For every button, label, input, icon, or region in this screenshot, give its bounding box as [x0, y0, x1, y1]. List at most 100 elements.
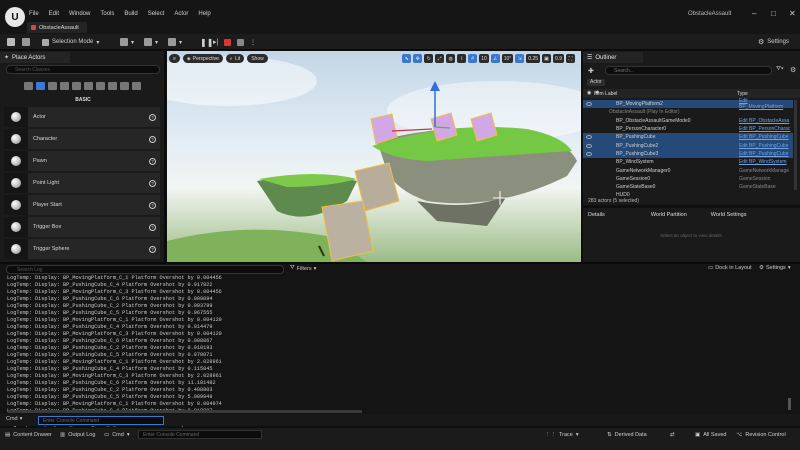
close-icon[interactable]: ✕: [789, 9, 796, 18]
translate-icon[interactable]: ✥: [413, 54, 423, 63]
menu-window[interactable]: Window: [69, 11, 90, 17]
add-actor-icon[interactable]: ▾: [120, 37, 134, 47]
actor-item[interactable]: Trigger Sphere?: [4, 239, 160, 259]
derived-data-button[interactable]: ⇅ Derived Data: [607, 430, 647, 439]
play-options-icon[interactable]: ⋮: [250, 37, 256, 47]
recent-icon[interactable]: [24, 82, 33, 90]
maximize-viewport-icon[interactable]: ⛶: [566, 54, 575, 63]
scale-snap-icon[interactable]: ⇲: [515, 54, 525, 63]
filters-button[interactable]: ⛛ Filters ▾: [290, 265, 316, 272]
gear-icon[interactable]: ⚙: [790, 66, 796, 74]
revision-control-button[interactable]: ⌥ Revision Control: [736, 430, 786, 439]
actor-filter-chip[interactable]: Actor: [587, 79, 605, 86]
all-saved-button[interactable]: ▣ All Saved: [695, 430, 726, 439]
lit-button[interactable]: ◐ Lit: [225, 54, 245, 63]
rotation-snap-value[interactable]: 10°: [501, 54, 514, 63]
outliner-row[interactable]: GameSession0 GameSession: [583, 175, 793, 183]
log-settings-button[interactable]: ⚙ Settings ▾: [759, 265, 791, 271]
camera-speed-value[interactable]: 0.9: [553, 54, 564, 63]
dock-in-layout-button[interactable]: ▭ Dock in Layout: [708, 265, 752, 271]
log-horizontal-scrollbar[interactable]: [8, 410, 362, 413]
content-icon[interactable]: [22, 37, 30, 47]
menu-actor[interactable]: Actor: [174, 11, 188, 17]
scale-snap-value[interactable]: 0.25: [526, 54, 541, 63]
outliner-search-input[interactable]: Search...: [605, 66, 772, 75]
type-header[interactable]: Type: [737, 91, 748, 97]
outliner-row[interactable]: BP_ObstacleAssaultGameMode0 Edit BP_Obsta…: [583, 117, 793, 125]
trace-button[interactable]: ⋮⋮ Trace ▾: [545, 430, 579, 439]
help-icon[interactable]: ?: [149, 135, 156, 143]
basic-category-icon[interactable]: [36, 82, 45, 90]
visual-effects-icon[interactable]: [84, 82, 93, 90]
world-space-icon[interactable]: ◍: [446, 54, 456, 63]
eye-icon[interactable]: [586, 143, 592, 148]
menu-tools[interactable]: Tools: [100, 11, 114, 17]
console-command-input[interactable]: Enter Console Command: [38, 416, 164, 425]
item-label-header[interactable]: Item Label: [594, 91, 617, 97]
scale-icon[interactable]: ⤢: [435, 54, 445, 63]
help-icon[interactable]: ?: [149, 113, 156, 121]
outliner-row[interactable]: ObstacleAssault (Play In Editor): [583, 108, 793, 116]
rotate-icon[interactable]: ↻: [424, 54, 434, 63]
rotation-snap-icon[interactable]: ∠: [490, 54, 500, 63]
actor-item[interactable]: Trigger Box?: [4, 217, 160, 237]
surface-snap-icon[interactable]: ⌇: [457, 54, 467, 63]
actor-item[interactable]: Point Light?: [4, 173, 160, 193]
outliner-row[interactable]: BP_WindSystem Edit BP_WindSystem: [583, 158, 793, 166]
menu-help[interactable]: Help: [198, 11, 210, 17]
outliner-tab[interactable]: ☰ Outliner: [583, 52, 643, 63]
geometry-icon[interactable]: [96, 82, 105, 90]
cmd-button[interactable]: ▭ Cmd ▾: [104, 430, 130, 439]
help-icon[interactable]: ?: [149, 201, 156, 209]
help-icon[interactable]: ?: [149, 179, 156, 187]
menu-edit[interactable]: Edit: [49, 11, 59, 17]
tab-details[interactable]: Details: [588, 212, 605, 218]
tab-world-settings[interactable]: World Settings: [711, 212, 747, 218]
minimize-icon[interactable]: –: [752, 9, 756, 18]
selection-mode-button[interactable]: Selection Mode ▾: [42, 37, 99, 47]
save-icon[interactable]: [7, 37, 15, 47]
volumes-icon[interactable]: [108, 82, 117, 90]
class-search-input[interactable]: Search Classes: [6, 65, 160, 74]
frame-skip-icon[interactable]: ▸|: [213, 37, 218, 47]
level-viewport[interactable]: ≡ ◈ Perspective ◐ Lit Show ⬉ ✥ ↻ ⤢ ◍ ⌇ # 1…: [167, 51, 581, 262]
pause-icon[interactable]: ❚❚: [200, 37, 213, 47]
more-icon[interactable]: [132, 82, 141, 90]
all-classes-icon[interactable]: [120, 82, 129, 90]
actor-item[interactable]: Pawn?: [4, 151, 160, 171]
eject-icon[interactable]: [237, 37, 244, 47]
log-vertical-scrollbar[interactable]: [788, 398, 791, 410]
menu-select[interactable]: Select: [148, 11, 165, 17]
outliner-row[interactable]: GameStateBase0 GameStateBase: [583, 183, 793, 191]
menu-file[interactable]: File: [29, 11, 39, 17]
stop-icon[interactable]: [224, 37, 231, 47]
tab-world-partition[interactable]: World Partition: [651, 212, 687, 218]
log-search-input[interactable]: Search Log: [6, 265, 284, 274]
lights-icon[interactable]: [48, 82, 57, 90]
outliner-row[interactable]: BP_PersonCharacter0 Edit BP_PersonCharac: [583, 125, 793, 133]
add-filter-icon[interactable]: ✚: [588, 67, 594, 75]
select-mode-icon[interactable]: ⬉: [402, 54, 412, 63]
eye-icon[interactable]: [586, 151, 592, 156]
camera-speed-icon[interactable]: ▣: [542, 54, 552, 63]
viewport-menu-button[interactable]: ≡: [169, 54, 180, 63]
actor-item[interactable]: Player Start?: [4, 195, 160, 215]
menu-build[interactable]: Build: [124, 11, 137, 17]
outliner-row[interactable]: BP_MovingPlatform2 Edit BP_MovingPlatform: [583, 98, 793, 110]
cmd-selector[interactable]: Cmd ▾: [6, 416, 22, 422]
help-icon[interactable]: ?: [149, 245, 156, 253]
cinematic-icon[interactable]: [72, 82, 81, 90]
source-control-icon[interactable]: ⇄: [670, 430, 675, 439]
eye-icon[interactable]: [586, 102, 592, 107]
perspective-button[interactable]: ◈ Perspective: [182, 54, 223, 63]
filter-icon[interactable]: ⛛▾: [776, 66, 784, 73]
blueprint-icon[interactable]: ▾: [144, 37, 158, 47]
visibility-column-icon[interactable]: ◉: [587, 90, 591, 96]
grid-snap-icon[interactable]: #: [468, 54, 478, 63]
actor-item[interactable]: Actor?: [4, 107, 160, 127]
help-icon[interactable]: ?: [149, 223, 156, 231]
show-button[interactable]: Show: [247, 54, 268, 63]
place-actors-tab[interactable]: ✦ Place Actors: [0, 52, 70, 63]
project-tab[interactable]: ObstacleAssault: [27, 22, 87, 33]
grid-snap-value[interactable]: 10: [479, 54, 489, 63]
